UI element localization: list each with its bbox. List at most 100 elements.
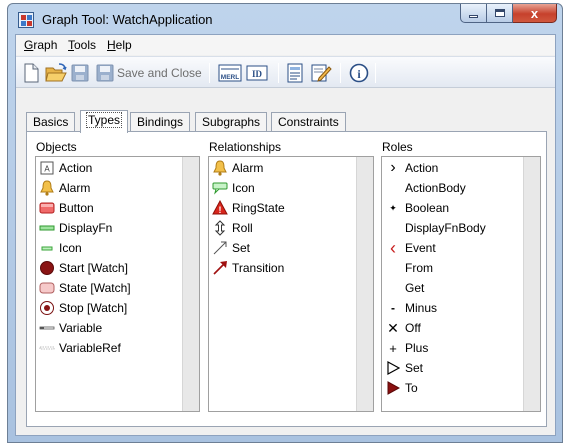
roles-list[interactable]: › Action ActionBody ✦ Boolean DisplayFnB… (381, 156, 541, 412)
list-item-label: Action (405, 161, 439, 175)
info-button[interactable]: i (349, 63, 369, 83)
list-item[interactable]: VariableRef (39, 338, 121, 358)
list-item[interactable]: Set (212, 238, 250, 258)
tab-types[interactable]: Types (80, 110, 129, 133)
minus-icon: - (391, 301, 395, 315)
menu-tools[interactable]: Tools (68, 38, 96, 52)
properties-sheet-icon (287, 63, 303, 83)
maximize-button[interactable] (487, 4, 513, 23)
roles-list-scrollbar[interactable] (523, 157, 540, 411)
small-green-bar-icon (39, 240, 55, 256)
list-item[interactable]: Set (385, 358, 423, 378)
relationships-header: Relationships (209, 140, 282, 154)
chevron-right-icon: › (390, 159, 396, 176)
list-item[interactable]: Start [Watch] (39, 258, 128, 278)
blank-role-icon (385, 280, 401, 296)
open-graph-button[interactable] (45, 63, 67, 83)
list-item-label: Minus (405, 301, 438, 315)
types-tab-panel: Objects A Action Alarm Button DisplayFn (26, 131, 547, 427)
list-item[interactable]: › Action (385, 158, 438, 178)
rounded-rectangle-icon (39, 280, 55, 296)
list-item-label: Button (59, 201, 94, 215)
menu-graph[interactable]: Graph (24, 38, 57, 52)
blank-role-icon (385, 180, 401, 196)
save-and-close-label: Save and Close (117, 66, 202, 80)
list-item[interactable]: + Plus (385, 338, 428, 358)
edit-pencil-icon (311, 64, 332, 82)
merl-editor-button[interactable]: MERL (218, 63, 242, 83)
list-item-label: DisplayFnBody (405, 221, 486, 235)
tab-basics[interactable]: Basics (26, 112, 76, 132)
list-item-label: Variable (59, 321, 103, 335)
id-button[interactable]: ID (246, 63, 268, 83)
id-icon: ID (246, 65, 268, 81)
new-graph-button[interactable] (22, 63, 40, 83)
menu-help[interactable]: Help (107, 38, 132, 52)
list-item[interactable]: - Minus (385, 298, 437, 318)
list-item[interactable]: DisplayFnBody (385, 218, 486, 238)
save-button[interactable] (71, 63, 89, 83)
menu-bar: Graph Tools Help (16, 35, 555, 55)
list-item[interactable]: ActionBody (385, 178, 466, 198)
target-circle-icon (39, 300, 55, 316)
list-item-label: Plus (405, 341, 429, 355)
edit-button[interactable] (310, 63, 332, 83)
list-item[interactable]: State [Watch] (39, 278, 131, 298)
list-item[interactable]: Roll (212, 218, 253, 238)
list-item[interactable]: Alarm (212, 158, 263, 178)
list-item[interactable]: Variable (39, 318, 102, 338)
list-item[interactable]: Alarm (39, 178, 90, 198)
red-chevron-left-icon: ‹ (390, 237, 396, 258)
list-item-label: Stop [Watch] (59, 301, 128, 315)
tab-constraints-label: Constraints (278, 115, 339, 129)
list-item[interactable]: To (385, 378, 418, 398)
list-item[interactable]: ! RingState (212, 198, 285, 218)
list-item[interactable]: From (385, 258, 433, 278)
save-and-close-button[interactable]: Save and Close (96, 63, 202, 83)
list-item[interactable]: Transition (212, 258, 284, 278)
svg-text:A: A (44, 165, 50, 174)
close-icon: x (530, 5, 539, 21)
close-button[interactable]: x (513, 4, 557, 23)
list-item[interactable]: DisplayFn (39, 218, 112, 238)
tab-bindings[interactable]: Bindings (130, 112, 191, 132)
properties-button[interactable] (286, 63, 304, 83)
list-item-label: Roll (232, 221, 253, 235)
relationships-list[interactable]: Alarm Icon ! RingState Roll Set Transiti… (208, 156, 374, 412)
list-item-label: Transition (232, 261, 285, 275)
tab-subgraphs[interactable]: Subgraphs (195, 112, 268, 132)
list-item[interactable]: Icon (39, 238, 82, 258)
variable-line-icon (39, 320, 55, 336)
menu-graph-label: raph (33, 38, 58, 52)
graph-tool-app-icon (18, 12, 34, 28)
minimize-button[interactable] (460, 4, 487, 23)
toolbar: Save and Close MERL ID i (16, 56, 555, 88)
maximize-icon (494, 9, 505, 17)
x-icon: ✕ (387, 319, 399, 336)
list-item[interactable]: ✦ Boolean (385, 198, 449, 218)
relationships-list-scrollbar[interactable] (356, 157, 373, 411)
list-item[interactable]: Button (39, 198, 94, 218)
list-item[interactable]: Stop [Watch] (39, 298, 127, 318)
menu-tools-label: ools (74, 38, 97, 52)
list-item-label: Set (405, 361, 424, 375)
tab-bindings-label: Bindings (137, 115, 184, 129)
toolbar-separator (340, 63, 341, 83)
list-item[interactable]: ✕ Off (385, 318, 421, 338)
diagonal-arrow-icon (212, 240, 228, 256)
save-close-disk-icon (96, 64, 114, 82)
objects-list-scrollbar[interactable] (182, 157, 199, 411)
title-bar[interactable]: Graph Tool: WatchApplication x (8, 4, 562, 34)
bell-icon (212, 160, 228, 176)
blank-role-icon (385, 260, 401, 276)
list-item[interactable]: Icon (212, 178, 255, 198)
objects-list[interactable]: A Action Alarm Button DisplayFn Icon Sta… (35, 156, 200, 412)
list-item[interactable]: ‹ Event (385, 238, 436, 258)
tab-constraints[interactable]: Constraints (271, 112, 346, 132)
list-item[interactable]: Get (385, 278, 424, 298)
list-item-label: Icon (59, 241, 82, 255)
toolbar-separator (209, 63, 210, 83)
list-item[interactable]: A Action (39, 158, 92, 178)
plus-small-icon: ✦ (389, 202, 397, 213)
red-triangle-icon (385, 380, 401, 396)
